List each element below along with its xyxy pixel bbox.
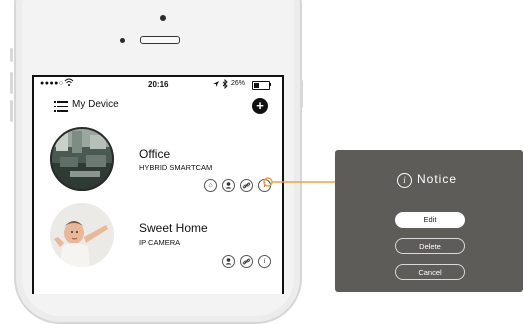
battery-tip <box>269 83 271 86</box>
location-icon <box>212 80 220 90</box>
cancel-button[interactable]: Cancel <box>395 264 465 280</box>
device-type: HYBRID SMARTCAM <box>139 163 213 172</box>
battery-icon <box>252 81 270 90</box>
delete-button[interactable]: Delete <box>395 238 465 254</box>
status-bar: ●●●●○ 20:16 26% <box>34 77 282 93</box>
bluetooth-icon <box>222 78 228 91</box>
user-icon[interactable] <box>222 255 235 268</box>
add-device-button[interactable]: + <box>252 98 268 114</box>
office-camera-thumbnail <box>50 127 114 191</box>
link-icon[interactable] <box>240 179 253 192</box>
page-title: My Device <box>72 99 119 110</box>
signal-strength: ●●●●○ <box>40 80 64 87</box>
nav-bar: My Device + <box>34 93 282 119</box>
dialog-title: Notice <box>417 172 458 186</box>
menu-icon[interactable] <box>54 101 68 112</box>
info-icon: i <box>397 173 412 188</box>
phone-screen: ●●●●○ 20:16 26% My Device + Office HYBRI… <box>32 75 284 294</box>
wifi-icon <box>64 78 74 89</box>
volume-up-button <box>10 72 13 94</box>
proximity-sensor <box>120 38 125 43</box>
device-name: Sweet Home <box>139 221 208 235</box>
volume-down-button <box>10 100 13 122</box>
front-camera <box>160 15 166 21</box>
sweet-home-camera-thumbnail <box>50 203 114 267</box>
home-icon[interactable]: ⌂ <box>204 179 217 192</box>
device-type: IP CAMERA <box>139 238 181 247</box>
power-button <box>300 80 303 108</box>
link-icon[interactable] <box>240 255 253 268</box>
info-icon[interactable]: i <box>258 255 271 268</box>
device-item-office[interactable]: Office HYBRID SMARTCAM ⌂ i <box>34 127 282 201</box>
clock: 20:16 <box>148 80 169 89</box>
edit-button[interactable]: Edit <box>395 212 465 228</box>
earpiece-speaker <box>140 36 180 44</box>
user-icon[interactable] <box>222 179 235 192</box>
notice-dialog: i Notice Edit Delete Cancel <box>335 150 523 292</box>
battery-percent: 26% <box>231 80 246 87</box>
mute-switch <box>10 48 13 62</box>
device-name: Office <box>139 147 171 161</box>
device-item-sweet-home[interactable]: Sweet Home IP CAMERA i <box>34 203 282 277</box>
